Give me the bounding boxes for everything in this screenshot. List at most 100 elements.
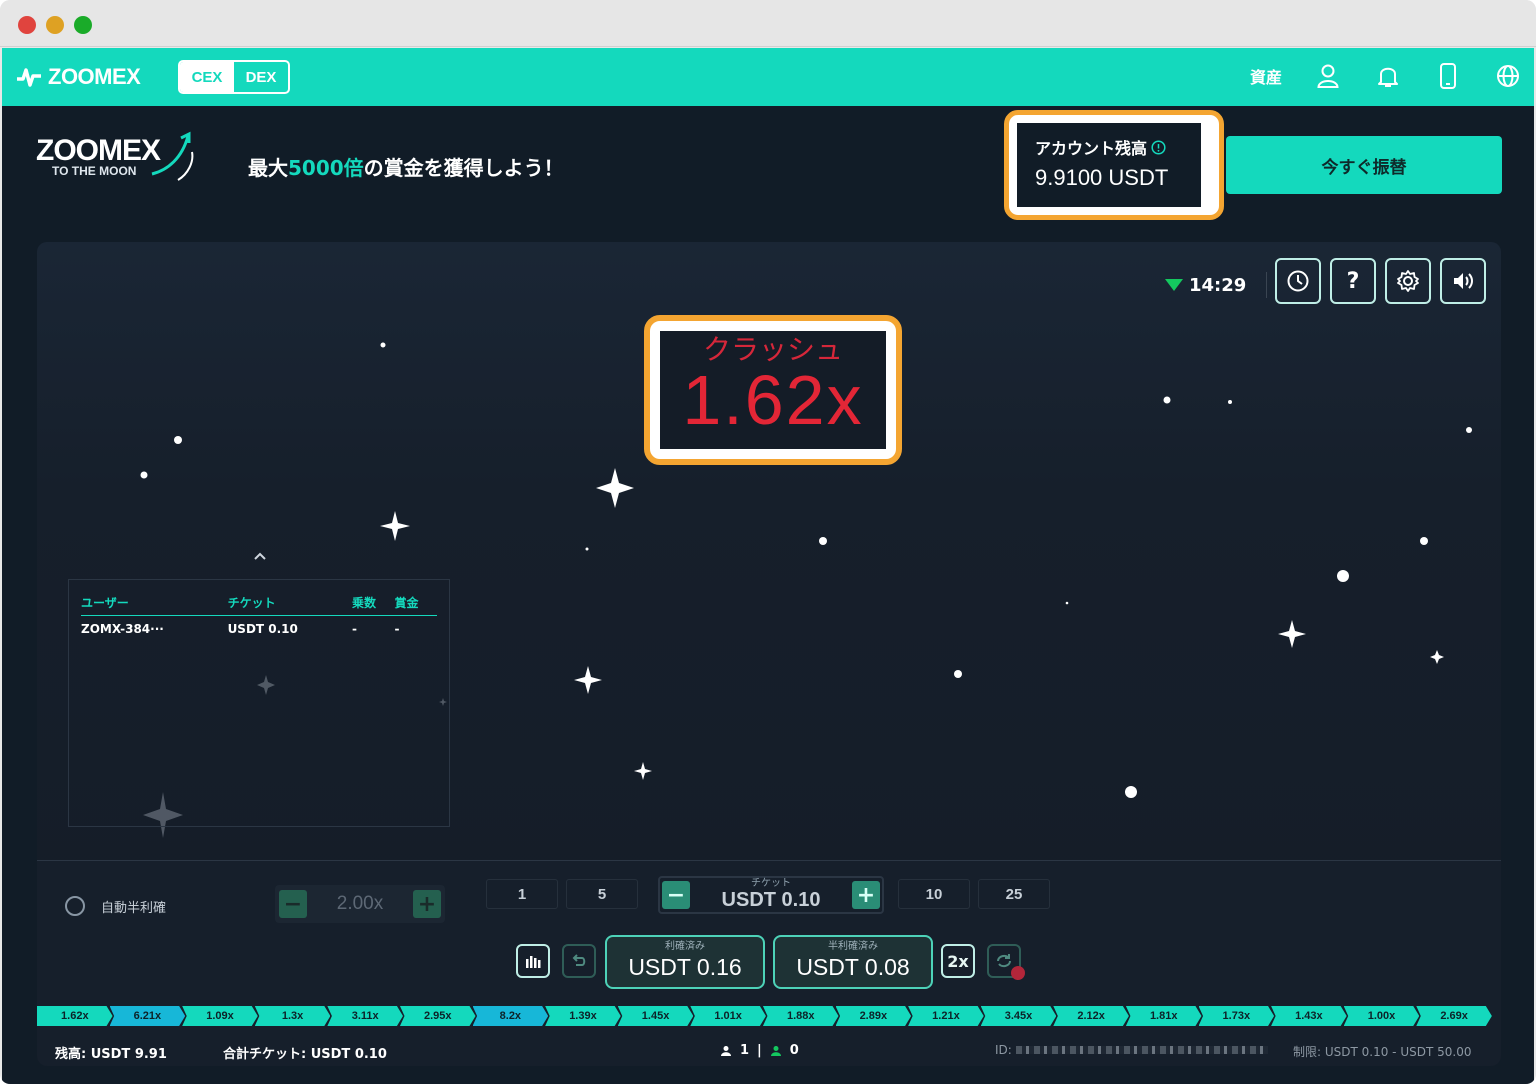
bell-icon[interactable] bbox=[1374, 62, 1402, 90]
auto-half-cashout-radio[interactable] bbox=[65, 896, 85, 916]
ticket-increase-button[interactable]: + bbox=[852, 881, 880, 909]
half-cashout-label: 半利確済み bbox=[828, 941, 878, 952]
chevron-up-icon bbox=[254, 552, 266, 560]
mobile-icon[interactable] bbox=[1434, 62, 1462, 90]
count-divider: | bbox=[757, 1043, 762, 1058]
window-titlebar bbox=[0, 0, 1536, 47]
ticket-label: チケット bbox=[751, 878, 791, 889]
table-row: ZOMX-384··· USDT 0.10 - - bbox=[81, 616, 437, 636]
round-id: ID: bbox=[995, 1043, 1268, 1057]
history-item: 1.88x bbox=[762, 1006, 839, 1026]
quick-amount-10[interactable]: 10 bbox=[898, 879, 970, 909]
history-item: 1.3x bbox=[254, 1006, 331, 1026]
signal-icon bbox=[1165, 279, 1183, 291]
quick-amount-1[interactable]: 1 bbox=[486, 879, 558, 909]
quick-amount-25[interactable]: 25 bbox=[978, 879, 1050, 909]
ticket-value: USDT 0.10 bbox=[721, 889, 821, 911]
history-item: 1.73x bbox=[1198, 1006, 1275, 1026]
history-item: 1.01x bbox=[690, 1006, 766, 1026]
account-balance: アカウント残高 9.9100 USDT bbox=[1017, 123, 1201, 207]
half-cashout-button[interactable]: 半利確済み USDT 0.08 bbox=[773, 935, 933, 989]
disabled-badge-icon bbox=[1011, 966, 1025, 980]
history-item: 2.95x bbox=[399, 1006, 476, 1026]
history-item: 2.89x bbox=[835, 1006, 912, 1026]
cashout-label: 利確済み bbox=[665, 941, 705, 952]
ticket-decrease-button[interactable]: − bbox=[662, 881, 690, 909]
refresh-icon bbox=[997, 954, 1011, 968]
crash-highlight: クラッシュ 1.62x bbox=[644, 315, 902, 465]
bar-chart-icon bbox=[526, 956, 541, 968]
players-table-header: ユーザー チケット 乗数 賞金 bbox=[81, 594, 437, 616]
cashout-button[interactable]: 利確済み USDT 0.16 bbox=[605, 935, 765, 989]
history-item: 1.21x bbox=[908, 1006, 984, 1026]
auto-half-cashout[interactable]: 自動半利確 bbox=[65, 896, 166, 916]
balance-value: 9.9100 USDT bbox=[1035, 165, 1169, 190]
winners-count: 0 bbox=[789, 1043, 799, 1058]
status-footer: 残高: USDT 9.91 合計チケット: USDT 0.10 1 | 0 ID… bbox=[37, 1037, 1501, 1066]
player-prize: - bbox=[394, 622, 400, 636]
browser-window: ZOOMEX CEX DEX 資産 ZOOMEX TO THE MOON 最大5… bbox=[0, 0, 1536, 1084]
player-user: ZOMX-384··· bbox=[81, 622, 164, 636]
auto-repeat-button[interactable] bbox=[987, 944, 1025, 980]
double-bet-button[interactable]: 2x bbox=[941, 944, 975, 978]
undo-icon bbox=[572, 954, 586, 966]
promo-banner: ZOOMEX TO THE MOON 最大5000倍の賞金を獲得しよう！ アカウ… bbox=[2, 106, 1534, 224]
headline-pre: 最大 bbox=[248, 156, 288, 180]
history-item: 6.21x bbox=[109, 1006, 186, 1026]
cex-dex-toggle[interactable]: CEX DEX bbox=[178, 60, 290, 94]
ticket-amount[interactable]: チケット USDT 0.10 bbox=[721, 878, 821, 912]
undo-button[interactable] bbox=[562, 944, 596, 978]
crash-multiplier: 1.62x bbox=[682, 361, 864, 439]
time-value: 14:29 bbox=[1189, 274, 1247, 296]
rocket-swoosh-icon bbox=[151, 131, 194, 181]
time-divider bbox=[1266, 272, 1268, 298]
dex-option[interactable]: DEX bbox=[234, 62, 288, 92]
stats-button[interactable] bbox=[516, 944, 550, 978]
transfer-now-button[interactable]: 今すぐ振替 bbox=[1226, 136, 1502, 194]
col-ticket: チケット bbox=[227, 594, 352, 616]
brand-logo[interactable]: ZOOMEX bbox=[16, 62, 141, 92]
cex-option[interactable]: CEX bbox=[180, 62, 234, 92]
crash-result: クラッシュ 1.62x bbox=[660, 331, 886, 449]
players-count: 1 bbox=[740, 1043, 750, 1058]
assets-link[interactable]: 資産 bbox=[1250, 64, 1282, 88]
col-user: ユーザー bbox=[81, 594, 228, 616]
bet-controls: 自動半利確 − 2.00x + 1 5 − チケット USDT 0.10 + 1… bbox=[37, 860, 1501, 1066]
pulse-logo-icon bbox=[17, 68, 41, 87]
history-icon[interactable] bbox=[1275, 258, 1321, 304]
minimize-window-button[interactable] bbox=[46, 16, 64, 34]
ticket-stepper: − チケット USDT 0.10 + bbox=[658, 876, 884, 914]
brand-name: ZOOMEX bbox=[48, 64, 141, 89]
online-counts: 1 | 0 bbox=[720, 1043, 799, 1058]
history-item: 3.11x bbox=[327, 1006, 403, 1026]
help-button[interactable]: ? bbox=[1330, 258, 1376, 304]
history-item: 8.2x bbox=[472, 1006, 549, 1026]
close-window-button[interactable] bbox=[18, 16, 36, 34]
balance-highlight: アカウント残高 9.9100 USDT bbox=[1004, 110, 1224, 220]
maximize-window-button[interactable] bbox=[74, 16, 92, 34]
server-time: 14:29 bbox=[1165, 272, 1268, 298]
quick-amount-5[interactable]: 5 bbox=[566, 879, 638, 909]
players-panel: ユーザー チケット 乗数 賞金 ZOMX-384··· USDT 0.10 - … bbox=[68, 579, 450, 827]
globe-icon[interactable] bbox=[1494, 62, 1522, 90]
multiplier-history: 1.62x 6.21x 1.09x 1.3x 3.11x 2.95x 8.2x 1.39x 1.… bbox=[37, 1006, 1492, 1026]
history-item: 1.39x bbox=[545, 1006, 621, 1026]
player-ticket: USDT 0.10 bbox=[227, 622, 298, 636]
auto-decrease-button[interactable]: − bbox=[279, 890, 307, 918]
sound-icon[interactable] bbox=[1440, 258, 1486, 304]
headline-highlight: 5000倍 bbox=[288, 156, 364, 180]
auto-multiplier-stepper: − 2.00x + bbox=[275, 885, 445, 923]
players-table: ユーザー チケット 乗数 賞金 ZOMX-384··· USDT 0.10 - … bbox=[81, 594, 437, 636]
history-item: 1.81x bbox=[1125, 1006, 1202, 1026]
cashout-value: USDT 0.16 bbox=[628, 954, 742, 980]
promo-headline: 最大5000倍の賞金を獲得しよう！ bbox=[248, 152, 564, 181]
col-prize: 賞金 bbox=[394, 594, 437, 616]
info-icon[interactable] bbox=[1151, 139, 1166, 155]
history-item: 1.09x bbox=[182, 1006, 258, 1026]
settings-icon[interactable] bbox=[1385, 258, 1431, 304]
auto-increase-button[interactable]: + bbox=[412, 890, 441, 918]
user-icon[interactable] bbox=[1314, 62, 1342, 90]
round-id-label: ID: bbox=[995, 1043, 1012, 1057]
collapse-players-toggle[interactable] bbox=[253, 546, 267, 565]
footer-balance: 残高: USDT 9.91 bbox=[55, 1047, 167, 1062]
